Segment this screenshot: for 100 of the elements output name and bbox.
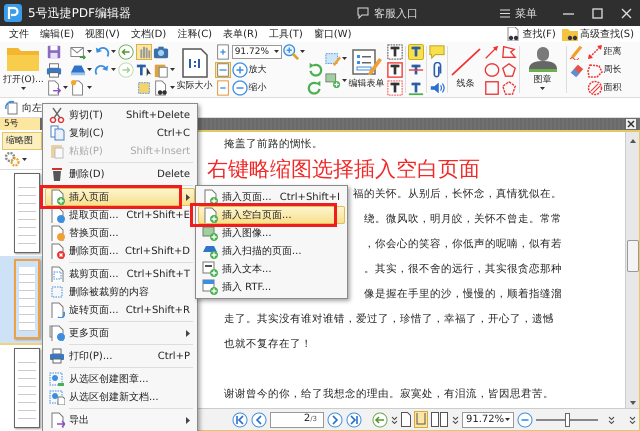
caret-icon[interactable] (86, 68, 92, 71)
text-field-icon[interactable] (386, 44, 403, 60)
stamp-button[interactable]: 图章 (520, 42, 565, 97)
image-add-icon[interactable] (324, 72, 341, 88)
arrow-icon[interactable] (484, 44, 500, 60)
caret-icon[interactable] (170, 68, 175, 71)
caret-icon[interactable] (300, 50, 305, 53)
rectangle-icon[interactable] (484, 80, 500, 96)
save-icon[interactable] (46, 44, 62, 60)
double-chevron-icon[interactable] (452, 416, 459, 424)
menu-item[interactable]: 插入图像... (198, 224, 345, 242)
menu-item[interactable]: 工具(T) (266, 27, 311, 41)
menu-item[interactable]: 提取页面... Ctrl+Shift+E (45, 206, 195, 224)
caret-icon[interactable] (505, 418, 510, 421)
printer-icon[interactable] (46, 62, 62, 78)
service-button[interactable]: 客服入口 (357, 6, 418, 20)
distance-button[interactable]: 距离 (586, 42, 622, 60)
menu-item[interactable]: 注释(C) (174, 27, 220, 41)
text-field-icon[interactable] (386, 80, 403, 96)
menu-item[interactable]: 文件 (6, 27, 37, 41)
perimeter-button[interactable]: 周长 (586, 60, 622, 78)
menu-item[interactable]: 删除页面... Ctrl+Shift+D (45, 242, 195, 260)
double-chevron-icon[interactable] (629, 416, 636, 424)
next-page-icon[interactable] (327, 412, 343, 428)
minus-circle-icon[interactable] (232, 80, 248, 96)
rotate-left-icon[interactable] (4, 100, 20, 116)
clipboard-icon[interactable] (152, 62, 169, 78)
menu-item[interactable]: 替换页面... (45, 224, 195, 242)
close-icon[interactable] (626, 119, 636, 129)
menu-item[interactable]: 导出 (45, 411, 195, 429)
text-select-icon[interactable] (136, 62, 152, 78)
caret-icon[interactable] (274, 50, 279, 53)
menu-item[interactable]: 窗口(W) (310, 27, 360, 41)
menu-item[interactable]: 插入 RTF... (198, 278, 345, 296)
caret-icon[interactable] (22, 158, 27, 161)
find-button[interactable]: 查找(F) (506, 27, 556, 41)
zoom-select[interactable]: 91.72% (462, 412, 514, 428)
strikeout-text-icon[interactable] (408, 62, 424, 78)
menu-item[interactable]: 插入空白页面... (198, 206, 345, 224)
polygon-icon[interactable] (500, 44, 517, 60)
caret-icon[interactable] (110, 68, 116, 71)
rotate-icon[interactable] (306, 80, 323, 96)
caret-icon[interactable] (62, 86, 68, 89)
fit-page-icon[interactable] (214, 44, 231, 60)
speaker-icon[interactable] (428, 80, 445, 96)
two-page-icon[interactable] (431, 412, 449, 427)
menu-item[interactable]: 从选区创建新文档... (45, 388, 195, 406)
menu-item[interactable]: 剪切(T) Shift+Delete (45, 106, 195, 124)
fit-visible-icon[interactable] (214, 80, 231, 96)
highlight-text-icon[interactable] (408, 44, 424, 60)
last-page-icon[interactable] (346, 412, 362, 428)
comment-icon[interactable] (428, 44, 445, 60)
slider-thumb[interactable] (565, 412, 570, 426)
circle-icon[interactable] (484, 62, 500, 78)
menu-item[interactable]: 裁剪页面... Ctrl+Shift+T (45, 265, 195, 283)
actual-size-button[interactable]: 实际大小 (176, 42, 214, 97)
lines-button[interactable]: 线条 (448, 42, 483, 97)
underline-text-icon[interactable] (408, 80, 424, 96)
caret-icon[interactable] (342, 79, 347, 82)
plus-circle-icon[interactable] (232, 62, 248, 78)
caret-icon[interactable] (540, 87, 546, 90)
caret-icon[interactable] (170, 86, 175, 89)
menu-item[interactable]: 从选区创建图章... (45, 370, 195, 388)
zoom-out-icon[interactable] (517, 412, 533, 428)
menu-item[interactable]: 编辑(E) (37, 27, 82, 41)
menu-item[interactable]: 更多页面 (45, 324, 195, 342)
open-button[interactable]: 打开(O)... (2, 42, 45, 97)
camera-icon[interactable] (152, 44, 169, 60)
rotate-icon[interactable] (306, 62, 323, 78)
caret-icon[interactable] (86, 50, 92, 53)
maximize-icon[interactable] (592, 8, 603, 18)
menu-item[interactable]: 插入文本... (198, 260, 345, 278)
menu-item[interactable]: 插入页面 (45, 188, 195, 206)
double-chevron-icon[interactable] (391, 416, 398, 424)
caret-icon[interactable] (110, 50, 116, 53)
document-export-icon[interactable] (46, 80, 62, 96)
advanced-find-button[interactable]: 高级查找(S) (562, 27, 634, 41)
menu-item[interactable]: 插入扫描的页面... (198, 242, 345, 260)
menu-item[interactable]: 插入页面... Ctrl+Shift+I (198, 188, 345, 206)
caret-icon[interactable] (20, 87, 26, 90)
menu-item[interactable]: 文档(D) (128, 27, 174, 41)
zoom-out-button[interactable]: 缩小 (232, 80, 267, 96)
previous-page-icon[interactable] (251, 412, 267, 428)
binoculars-icon[interactable] (506, 27, 520, 41)
document-tab[interactable]: 5号 (0, 118, 40, 130)
scrollbar-thumb[interactable] (626, 240, 638, 272)
pentagon-icon[interactable] (500, 62, 517, 78)
perimeter-icon[interactable] (586, 62, 603, 78)
menu-button[interactable]: 菜单 (500, 6, 537, 20)
text-field-icon[interactable] (386, 62, 403, 78)
folder-binoculars-icon[interactable] (562, 27, 578, 41)
area-icon[interactable] (586, 80, 603, 96)
thumbnail-item[interactable] (0, 256, 42, 345)
distance-icon[interactable] (586, 44, 603, 60)
page-search-icon[interactable] (152, 80, 169, 96)
zoom-select[interactable]: 91.72% (232, 44, 282, 58)
zoom-in-button[interactable]: 放大 (232, 62, 267, 78)
caret-icon[interactable] (86, 86, 92, 89)
double-chevron-icon[interactable] (608, 416, 615, 424)
menu-item[interactable]: 视图(V) (82, 27, 128, 41)
